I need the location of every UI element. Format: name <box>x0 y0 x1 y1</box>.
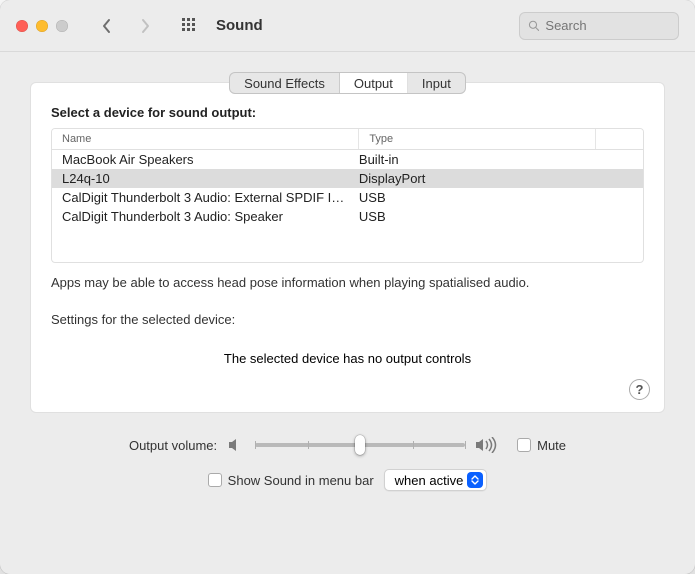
menu-bar-mode-select[interactable]: when active <box>384 469 488 491</box>
tab-output[interactable]: Output <box>340 73 408 93</box>
help-button[interactable]: ? <box>629 379 650 400</box>
table-row[interactable]: CalDigit Thunderbolt 3 Audio: Speaker US… <box>52 207 643 226</box>
column-spacer <box>596 129 643 149</box>
column-type[interactable]: Type <box>359 129 595 149</box>
show-in-menu-bar-label: Show Sound in menu bar <box>228 473 374 488</box>
device-type: Built-in <box>359 152 633 167</box>
close-window-button[interactable] <box>16 20 28 32</box>
device-name: CalDigit Thunderbolt 3 Audio: Speaker <box>62 209 359 224</box>
device-settings-label: Settings for the selected device: <box>51 312 644 327</box>
search-field[interactable] <box>519 12 679 40</box>
output-device-table: Name Type MacBook Air Speakers Built-in … <box>51 128 644 263</box>
tab-input[interactable]: Input <box>408 73 465 93</box>
column-name[interactable]: Name <box>52 129 359 149</box>
zoom-window-button[interactable] <box>56 20 68 32</box>
output-volume-slider[interactable] <box>255 435 465 455</box>
no-output-controls-text: The selected device has no output contro… <box>51 351 644 366</box>
sound-prefs-window: Sound Sound Effects Output Input Select … <box>0 0 695 574</box>
device-name: L24q-10 <box>62 171 359 186</box>
mute-checkbox-box[interactable] <box>517 438 531 452</box>
tab-segment: Sound Effects Output Input <box>229 72 466 94</box>
device-name: MacBook Air Speakers <box>62 152 359 167</box>
device-type: DisplayPort <box>359 171 633 186</box>
show-in-menu-bar-box[interactable] <box>208 473 222 487</box>
search-input[interactable] <box>545 18 670 33</box>
device-name: CalDigit Thunderbolt 3 Audio: External S… <box>62 190 359 205</box>
forward-button[interactable] <box>134 15 156 37</box>
slider-thumb[interactable] <box>355 435 365 455</box>
back-button[interactable] <box>96 15 118 37</box>
window-title: Sound <box>216 17 263 34</box>
table-row[interactable]: MacBook Air Speakers Built-in <box>52 150 643 169</box>
select-stepper-icon <box>467 472 483 488</box>
output-volume-label: Output volume: <box>129 438 217 453</box>
menubar-row: Show Sound in menu bar when active <box>30 469 665 491</box>
volume-row: Output volume: <box>30 435 665 455</box>
traffic-lights <box>16 20 68 32</box>
device-list: MacBook Air Speakers Built-in L24q-10 Di… <box>52 150 643 262</box>
show-all-prefs-button[interactable] <box>180 16 200 36</box>
titlebar: Sound <box>0 0 695 52</box>
minimize-window-button[interactable] <box>36 20 48 32</box>
content-area: Sound Effects Output Input Select a devi… <box>0 52 695 574</box>
output-panel: Select a device for sound output: Name T… <box>30 82 665 413</box>
nav-buttons <box>96 15 156 37</box>
mute-checkbox[interactable]: Mute <box>517 438 566 453</box>
table-row[interactable]: L24q-10 DisplayPort <box>52 169 643 188</box>
speaker-low-icon <box>227 437 245 453</box>
search-icon <box>528 19 539 32</box>
speaker-high-icon <box>475 437 497 453</box>
mute-label: Mute <box>537 438 566 453</box>
spatial-audio-hint: Apps may be able to access head pose inf… <box>51 275 644 290</box>
tab-bar: Sound Effects Output Input <box>30 72 665 94</box>
select-value: when active <box>395 473 464 488</box>
select-device-label: Select a device for sound output: <box>51 105 644 120</box>
table-row[interactable]: CalDigit Thunderbolt 3 Audio: External S… <box>52 188 643 207</box>
table-header: Name Type <box>52 129 643 150</box>
device-type: USB <box>359 209 633 224</box>
show-in-menu-bar-checkbox[interactable]: Show Sound in menu bar <box>208 473 374 488</box>
device-type: USB <box>359 190 633 205</box>
tab-sound-effects[interactable]: Sound Effects <box>230 73 340 93</box>
